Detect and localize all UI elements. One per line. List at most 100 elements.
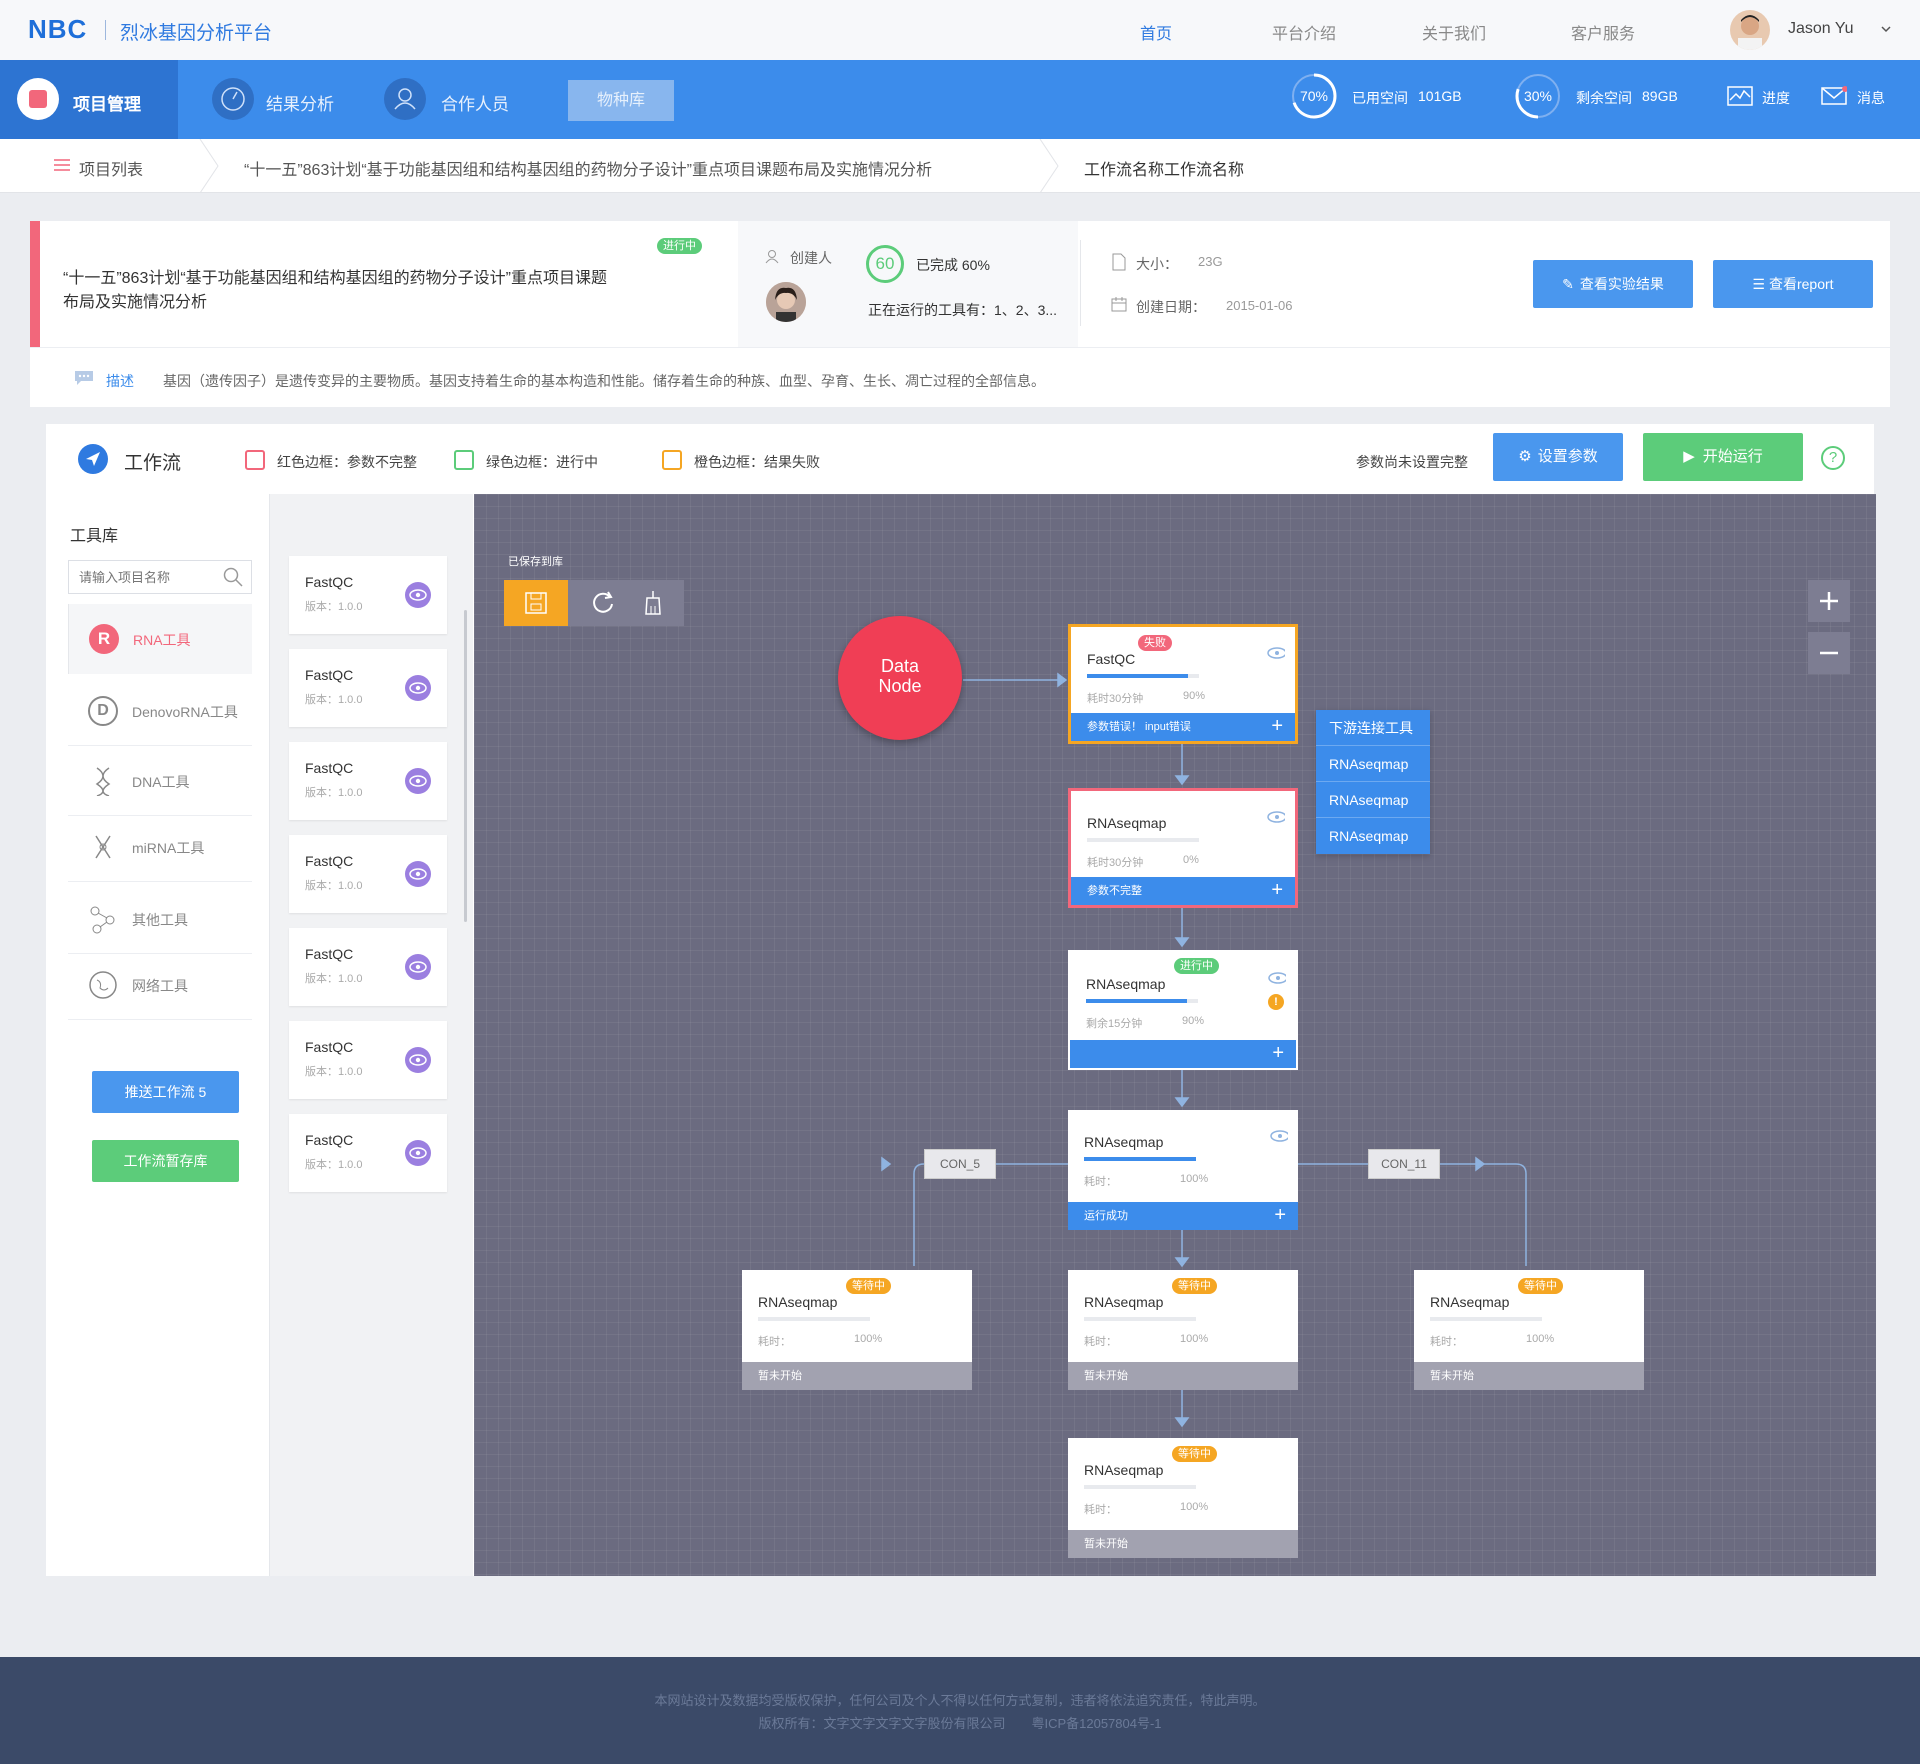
eye-icon[interactable]: [1267, 647, 1285, 659]
tab-species[interactable]: 物种库: [568, 80, 674, 121]
library-item-dna[interactable]: DNA工具: [68, 746, 252, 816]
node-progress-bar: [1087, 674, 1199, 678]
set-params-button[interactable]: ⚙ 设置参数: [1493, 433, 1623, 481]
workflow-node-rnaseqmap[interactable]: RNAseqmap 等待中 耗时： 100% 暂未开始: [742, 1270, 972, 1390]
chevron-down-icon[interactable]: [1880, 22, 1892, 40]
workflow-node-rnaseqmap[interactable]: RNAseqmap 等待中 耗时： 100% 暂未开始: [1068, 1270, 1298, 1390]
tool-list-scrollbar[interactable]: [464, 610, 467, 922]
eye-icon[interactable]: [1267, 811, 1285, 823]
eye-icon[interactable]: [405, 1047, 431, 1073]
nav-about[interactable]: 关于我们: [1422, 20, 1486, 44]
legend-green: 绿色边框：进行中: [486, 454, 598, 470]
user-avatar[interactable]: [1730, 10, 1770, 50]
nav-home[interactable]: 首页: [1140, 20, 1172, 44]
menu-item[interactable]: RNAseqmap: [1316, 818, 1430, 854]
footer-copyright: 本网站设计及数据均受版权保护，任何公司及个人不得以任何方式复制，违者将依法追究责…: [654, 1693, 1266, 1708]
eye-icon[interactable]: [405, 1140, 431, 1166]
menu-item[interactable]: RNAseqmap: [1316, 782, 1430, 818]
workflow-node-rnaseqmap[interactable]: RNAseqmap 等待中 耗时： 100% 暂未开始: [1414, 1270, 1644, 1390]
mail-icon[interactable]: [1821, 86, 1848, 111]
library-item-rna[interactable]: R RNA工具: [68, 604, 252, 674]
eye-icon[interactable]: [405, 675, 431, 701]
tool-version: 版本：1.0.0: [305, 787, 363, 799]
creator-label: 创建人: [790, 250, 832, 266]
messages-link[interactable]: 消息: [1857, 88, 1885, 108]
dna-icon: [95, 767, 111, 796]
nav-project-management[interactable]: 项目管理: [73, 90, 141, 115]
workflow-draft-button[interactable]: 工作流暂存库: [92, 1140, 239, 1182]
search-icon[interactable]: [223, 567, 243, 587]
menu-title: 下游连接工具: [1316, 710, 1430, 746]
library-item-mirna[interactable]: miRNA工具: [68, 812, 252, 882]
eye-icon[interactable]: [1268, 972, 1286, 984]
breadcrumb-list[interactable]: 项目列表: [79, 156, 143, 180]
logo-separator: [105, 20, 106, 40]
search-input[interactable]: [69, 561, 209, 593]
connector-label-left[interactable]: CON_5: [924, 1149, 996, 1179]
connector-label-right[interactable]: CON_11: [1368, 1149, 1440, 1179]
nav-intro[interactable]: 平台介绍: [1272, 20, 1336, 44]
mirna-icon: [95, 835, 111, 859]
node-percent: 100%: [1180, 1501, 1209, 1513]
add-node-icon[interactable]: +: [1274, 1204, 1286, 1227]
view-report-button[interactable]: ☰ 查看report: [1713, 260, 1873, 308]
nav-results[interactable]: 结果分析: [266, 90, 334, 115]
library-search[interactable]: [68, 560, 252, 594]
node-meta: 耗时30分钟: [1087, 693, 1144, 705]
library-item-other[interactable]: 其他工具: [68, 884, 252, 954]
start-run-button[interactable]: ▶ 开始运行: [1643, 433, 1803, 481]
progress-link[interactable]: 进度: [1762, 88, 1790, 108]
logo[interactable]: NBC: [28, 14, 87, 45]
node-title: RNAseqmap: [1084, 1294, 1164, 1310]
tool-card[interactable]: FastQC 版本：1.0.0: [289, 928, 447, 1006]
status-badge: 进行中: [657, 238, 702, 254]
tool-card[interactable]: FastQC 版本：1.0.0: [289, 1114, 447, 1192]
eye-icon[interactable]: [405, 861, 431, 887]
tool-card[interactable]: FastQC 版本：1.0.0: [289, 649, 447, 727]
view-results-button[interactable]: ✎ 查看实验结果: [1533, 260, 1693, 308]
navigate-icon: [78, 444, 108, 474]
tool-card[interactable]: FastQC 版本：1.0.0: [289, 556, 447, 634]
data-node[interactable]: Data Node: [838, 616, 962, 740]
eye-icon[interactable]: [405, 768, 431, 794]
workflow-node-rnaseqmap[interactable]: RNAseqmap 耗时30分钟 0% 参数不完整 +: [1068, 788, 1298, 908]
free-label: 剩余空间: [1576, 90, 1632, 106]
workflow-node-rnaseqmap[interactable]: RNAseqmap 耗时： 100% 运行成功 +: [1068, 1110, 1298, 1230]
push-workflow-button[interactable]: 推送工作流 5: [92, 1071, 239, 1113]
chart-icon[interactable]: [1727, 86, 1753, 111]
add-node-icon[interactable]: +: [1271, 715, 1283, 738]
user-icon: [764, 248, 780, 269]
person-icon: [384, 78, 426, 120]
warning-icon[interactable]: !: [1268, 994, 1284, 1010]
legend-orange: 橙色边框：结果失败: [694, 454, 820, 470]
breadcrumb-project[interactable]: “十一五”863计划“基于功能基因组和结构基因组的药物分子设计”重点项目课题布局…: [244, 156, 932, 180]
nav-collaborators[interactable]: 合作人员: [441, 90, 509, 115]
node-percent: 100%: [1180, 1333, 1209, 1345]
library-item-denovo[interactable]: D DenovoRNA工具: [68, 676, 252, 746]
help-icon[interactable]: ?: [1821, 446, 1845, 470]
workflow-node-rnaseqmap[interactable]: RNAseqmap 等待中 耗时： 100% 暂未开始: [1068, 1438, 1298, 1558]
tool-card[interactable]: FastQC 版本：1.0.0: [289, 742, 447, 820]
eye-icon[interactable]: [405, 954, 431, 980]
library-item-network[interactable]: 网络工具: [68, 950, 252, 1020]
workflow-node-rnaseqmap[interactable]: RNAseqmap 进行中 ! 剩余15分钟 90% +: [1068, 950, 1298, 1070]
eye-icon[interactable]: [1270, 1130, 1288, 1142]
node-percent: 100%: [854, 1333, 883, 1345]
tool-card[interactable]: FastQC 版本：1.0.0: [289, 835, 447, 913]
add-node-icon[interactable]: +: [1271, 879, 1283, 902]
eye-icon[interactable]: [405, 582, 431, 608]
tool-name: FastQC: [305, 1132, 354, 1148]
username[interactable]: Jason Yu: [1788, 20, 1854, 38]
tool-card[interactable]: FastQC 版本：1.0.0: [289, 1021, 447, 1099]
menu-item[interactable]: RNAseqmap: [1316, 746, 1430, 782]
desc-text: 基因（遗传因子）是遗传变异的主要物质。基因支持着生命的基本构造和性能。储存着生命…: [163, 373, 1045, 389]
node-meta: 耗时：: [1084, 1336, 1117, 1348]
node-footer: 暂未开始: [742, 1362, 972, 1390]
workflow-node-fastqc[interactable]: FastQC 失败 耗时30分钟 90% 参数错误！ input错误 +: [1068, 624, 1298, 744]
creator-avatar[interactable]: [766, 282, 806, 322]
molecule-icon: [90, 906, 115, 934]
add-node-icon[interactable]: +: [1272, 1042, 1284, 1065]
tool-name: FastQC: [305, 946, 354, 962]
nav-service[interactable]: 客户服务: [1571, 20, 1635, 44]
list-icon: [54, 158, 70, 177]
